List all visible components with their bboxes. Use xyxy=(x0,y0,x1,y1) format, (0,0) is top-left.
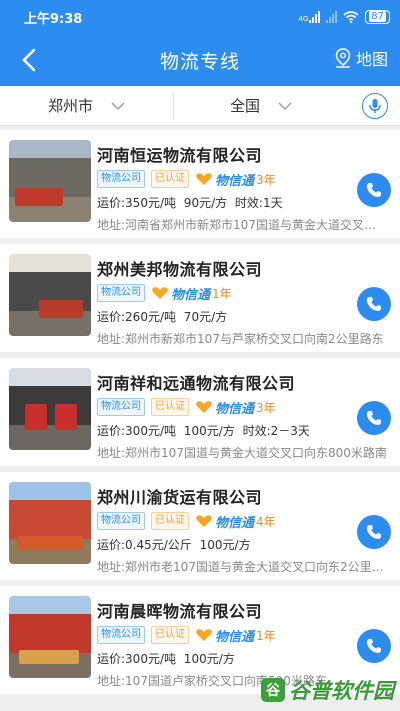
wuliutong-badge: 物信通 3年 xyxy=(195,170,276,189)
map-button[interactable]: 地图 xyxy=(334,46,388,70)
phone-icon xyxy=(366,183,381,197)
city-value: 郑州市 xyxy=(47,97,93,115)
app-header: 上午9:38 4G 87 物流专线 地图 xyxy=(0,0,400,86)
area-value: 全国 xyxy=(229,97,260,115)
call-button[interactable] xyxy=(357,401,391,435)
status-time: 上午9:38 xyxy=(24,11,83,27)
type-tag: 物流公司 xyxy=(97,512,145,530)
handshake-icon xyxy=(196,173,212,185)
handshake-icon xyxy=(196,515,212,527)
wuliutong-label: 物信通 xyxy=(215,515,255,531)
status-icons: 4G 87 xyxy=(298,10,390,24)
wuliutong-badge: 物信通 4年 xyxy=(195,512,276,531)
phone-icon xyxy=(366,297,381,311)
call-button[interactable] xyxy=(357,173,391,207)
site-watermark: 谷 谷普软件园 xyxy=(261,675,394,705)
area-dropdown[interactable]: 全国 xyxy=(174,92,348,120)
address: 地址:郑州市老107国道与黄金大道交叉口向东2公里路北 xyxy=(97,560,387,574)
map-pin-icon xyxy=(335,48,351,68)
watermark-text: 谷普软件园 xyxy=(289,679,394,703)
call-button[interactable] xyxy=(357,629,391,663)
map-label: 地图 xyxy=(355,50,388,69)
company-name[interactable]: 河南恒运物流有限公司 xyxy=(97,142,262,166)
company-card[interactable]: 郑州川渝货运有限公司 物流公司 已认证 物信通 4年 运价:0.45元/公斤 1… xyxy=(0,472,400,580)
type-tag: 物流公司 xyxy=(97,284,145,302)
network-icon: 4G xyxy=(298,11,321,23)
phone-icon xyxy=(366,411,381,425)
phone-icon xyxy=(366,639,381,653)
price-info: 运价:350元/吨 90元/方 时效:1天 xyxy=(97,196,283,210)
battery-level: 87 xyxy=(369,11,386,22)
microphone-icon xyxy=(369,98,381,113)
company-list: 河南恒运物流有限公司 物流公司 已认证 物信通 3年 运价:350元/吨 90元… xyxy=(0,130,400,700)
type-tag: 物流公司 xyxy=(97,170,145,188)
membership-years: 3年 xyxy=(256,400,276,415)
call-button[interactable] xyxy=(357,515,391,549)
company-name[interactable]: 郑州川渝货运有限公司 xyxy=(97,484,262,508)
handshake-icon xyxy=(152,287,168,299)
handshake-icon xyxy=(196,401,212,413)
tag-row: 物流公司 已认证 物信通 4年 xyxy=(97,512,276,531)
signal-icon xyxy=(326,11,338,23)
certified-tag: 已认证 xyxy=(151,626,189,644)
back-arrow-icon[interactable] xyxy=(18,46,42,74)
wuliutong-label: 物信通 xyxy=(215,401,255,417)
battery-icon: 87 xyxy=(365,10,390,24)
wuliutong-badge: 物信通 3年 xyxy=(195,398,276,417)
wuliutong-label: 物信通 xyxy=(215,629,255,645)
address: 地址:郑州市新郑市107与芦家桥交叉口向南2公里路东 xyxy=(97,332,384,346)
membership-years: 4年 xyxy=(256,514,276,529)
company-name[interactable]: 郑州美邦物流有限公司 xyxy=(97,256,262,280)
address: 地址:郑州市107国道与黄金大道交叉口向东800米路南 xyxy=(97,446,387,460)
price-info: 运价:0.45元/公斤 100元/方 xyxy=(97,538,251,552)
company-name[interactable]: 河南祥和远通物流有限公司 xyxy=(97,370,295,394)
company-photo xyxy=(9,368,91,450)
company-name[interactable]: 河南晨晖物流有限公司 xyxy=(97,598,262,622)
company-photo xyxy=(9,482,91,564)
company-photo xyxy=(9,140,91,222)
chevron-down-icon xyxy=(278,102,292,110)
wuliutong-label: 物信通 xyxy=(171,287,211,303)
wuliutong-badge: 物信通 1年 xyxy=(195,626,276,645)
wuliutong-label: 物信通 xyxy=(215,173,255,189)
company-card[interactable]: 河南恒运物流有限公司 物流公司 已认证 物信通 3年 运价:350元/吨 90元… xyxy=(0,130,400,238)
price-info: 运价:300元/吨 100元/方 时效:2－3天 xyxy=(97,424,310,438)
nav-bar: 物流专线 地图 xyxy=(0,34,400,86)
network-label: 4G xyxy=(298,15,309,23)
wifi-icon xyxy=(343,11,359,23)
tag-row: 物流公司 物信通 1年 xyxy=(97,284,232,303)
tag-row: 物流公司 已认证 物信通 3年 xyxy=(97,398,276,417)
call-button[interactable] xyxy=(357,287,391,321)
certified-tag: 已认证 xyxy=(151,398,189,416)
membership-years: 1年 xyxy=(212,286,232,301)
address: 地址:河南省郑州市新郑市107国道与黄金大道交叉口向南 xyxy=(97,218,387,232)
price-info: 运价:300元/吨 100元/方 xyxy=(97,652,235,666)
price-info: 运价:260元/吨 70元/方 xyxy=(97,310,228,324)
city-dropdown[interactable]: 郑州市 xyxy=(0,91,174,120)
tag-row: 物流公司 已认证 物信通 1年 xyxy=(97,626,276,645)
certified-tag: 已认证 xyxy=(151,170,189,188)
type-tag: 物流公司 xyxy=(97,398,145,416)
company-card[interactable]: 河南祥和远通物流有限公司 物流公司 已认证 物信通 3年 运价:300元/吨 1… xyxy=(0,358,400,466)
status-bar: 上午9:38 4G 87 xyxy=(0,0,400,34)
type-tag: 物流公司 xyxy=(97,626,145,644)
wuliutong-badge: 物信通 1年 xyxy=(151,284,232,303)
certified-tag: 已认证 xyxy=(151,512,189,530)
chevron-down-icon xyxy=(111,102,125,110)
company-photo xyxy=(9,254,91,336)
company-card[interactable]: 郑州美邦物流有限公司 物流公司 物信通 1年 运价:260元/吨 70元/方 地… xyxy=(0,244,400,352)
handshake-icon xyxy=(196,629,212,641)
watermark-logo: 谷 xyxy=(261,678,285,702)
tag-row: 物流公司 已认证 物信通 3年 xyxy=(97,170,276,189)
membership-years: 1年 xyxy=(256,628,276,643)
phone-icon xyxy=(366,525,381,539)
membership-years: 3年 xyxy=(256,172,276,187)
filter-bar: 郑州市 全国 xyxy=(0,86,400,126)
voice-search-button[interactable] xyxy=(362,92,388,119)
company-photo xyxy=(9,596,91,678)
